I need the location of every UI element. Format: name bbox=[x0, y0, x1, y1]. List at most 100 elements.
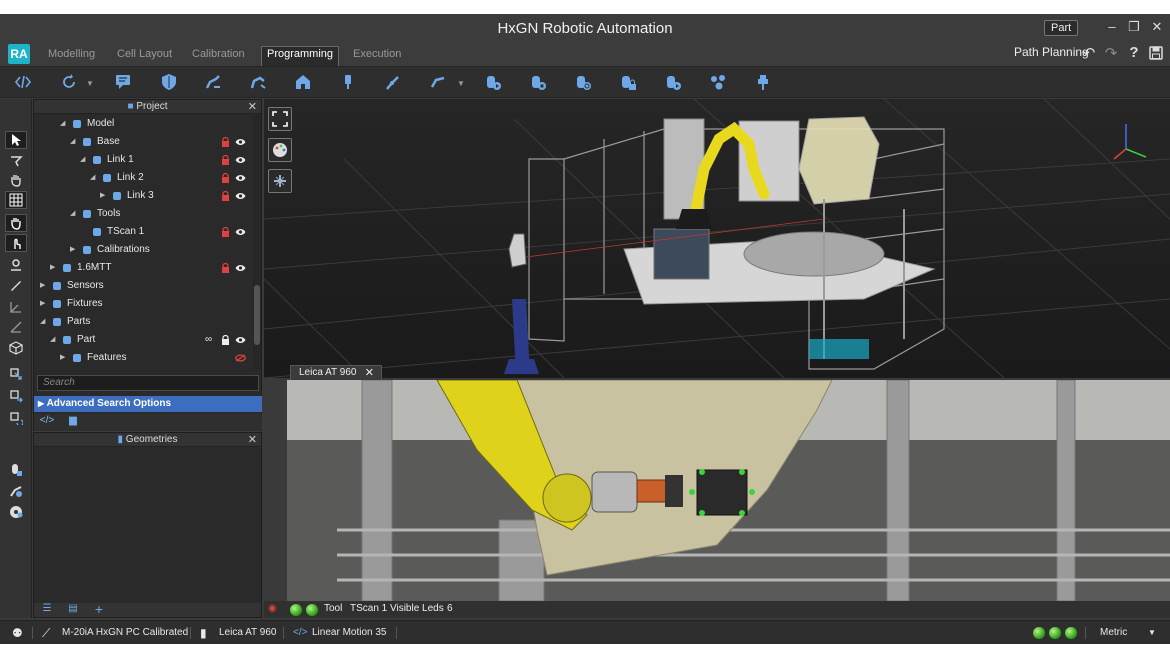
visibility-toggle-icon[interactable]: ◉ bbox=[268, 601, 277, 617]
disc-icon[interactable] bbox=[5, 503, 27, 521]
program-lock-icon[interactable] bbox=[617, 71, 639, 93]
collapse-arrow-icon[interactable]: ◢ bbox=[60, 115, 65, 133]
lock-icon[interactable] bbox=[221, 335, 230, 345]
tracker-status[interactable]: Leica AT 960 bbox=[219, 621, 276, 644]
collapse-arrow-icon[interactable]: ◢ bbox=[40, 313, 45, 331]
axis-icon[interactable] bbox=[5, 298, 27, 316]
shield-icon[interactable] bbox=[158, 71, 180, 93]
lock-icon[interactable] bbox=[221, 155, 230, 165]
eye-icon[interactable] bbox=[235, 192, 246, 200]
undo-icon[interactable]: ↶ bbox=[1081, 44, 1097, 62]
robot-joint-icon[interactable] bbox=[382, 71, 404, 93]
tree-item[interactable]: ▶ Link 3 bbox=[34, 187, 252, 205]
select-pointer-icon[interactable] bbox=[5, 131, 27, 149]
robot-lock-icon[interactable] bbox=[5, 461, 27, 479]
folder-icon[interactable]: ▆ bbox=[64, 415, 82, 429]
frame-transform-icon[interactable] bbox=[5, 365, 27, 383]
expand-arrow-icon[interactable]: ▶ bbox=[60, 349, 65, 367]
chevron-down-icon[interactable]: ▼ bbox=[457, 79, 465, 88]
user-icon[interactable]: ⚉ bbox=[12, 621, 23, 644]
list-icon[interactable]: ☰ bbox=[38, 603, 56, 617]
link-icon[interactable]: ∞ bbox=[205, 331, 212, 349]
code-view-icon[interactable]: </> bbox=[38, 415, 56, 429]
measure-pen-icon[interactable] bbox=[5, 276, 27, 294]
program-run-icon[interactable] bbox=[482, 71, 504, 93]
collapse-arrow-icon[interactable]: ◢ bbox=[90, 169, 95, 187]
tab-modelling[interactable]: Modelling bbox=[48, 48, 95, 66]
tree-item[interactable]: ▶ Sensors bbox=[34, 277, 252, 295]
eye-icon[interactable] bbox=[235, 336, 246, 344]
eye-icon[interactable] bbox=[235, 156, 246, 164]
collapse-arrow-icon[interactable]: ◢ bbox=[80, 151, 85, 169]
tree-item[interactable]: ◢ Base bbox=[34, 133, 252, 151]
robot-target-icon[interactable] bbox=[5, 482, 27, 500]
expand-arrow-icon[interactable]: ▶ bbox=[100, 187, 105, 205]
redo-icon[interactable]: ↷ bbox=[1103, 44, 1119, 62]
help-icon[interactable]: ? bbox=[1126, 44, 1142, 62]
lock-icon[interactable] bbox=[221, 263, 230, 273]
hand-grab-icon[interactable] bbox=[5, 214, 27, 232]
palette-icon[interactable] bbox=[268, 138, 292, 162]
code-view-icon[interactable] bbox=[12, 71, 34, 93]
collapse-arrow-icon[interactable]: ◢ bbox=[70, 133, 75, 151]
chevron-down-icon[interactable]: ▼ bbox=[1148, 621, 1156, 644]
hidden-eye-icon[interactable] bbox=[235, 354, 246, 362]
close-icon[interactable]: ✕ bbox=[1149, 19, 1165, 35]
collapse-arrow-icon[interactable]: ◢ bbox=[50, 331, 55, 349]
robot-reach-icon[interactable] bbox=[427, 71, 449, 93]
expand-arrow-icon[interactable]: ▶ bbox=[50, 259, 55, 277]
eye-icon[interactable] bbox=[235, 228, 246, 236]
grid-icon[interactable] bbox=[5, 191, 27, 209]
expand-arrow-icon[interactable]: ▶ bbox=[40, 295, 45, 313]
robot-arm-move-icon[interactable] bbox=[202, 71, 224, 93]
hand-pan-icon[interactable] bbox=[5, 171, 27, 189]
comment-icon[interactable] bbox=[112, 71, 134, 93]
tab-calibration[interactable]: Calibration bbox=[192, 48, 245, 66]
program-loop-icon[interactable] bbox=[572, 71, 594, 93]
minimize-icon[interactable]: – bbox=[1104, 19, 1120, 35]
tree-item[interactable]: ◢ Model bbox=[34, 115, 252, 133]
network-nodes-icon[interactable] bbox=[707, 71, 729, 93]
lock-icon[interactable] bbox=[221, 173, 230, 183]
robot-home-icon[interactable] bbox=[292, 71, 314, 93]
3d-viewport-tracker[interactable] bbox=[287, 380, 1170, 601]
expand-arrow-icon[interactable]: ▶ bbox=[70, 241, 75, 259]
slope-icon[interactable] bbox=[5, 318, 27, 336]
program-stop-icon[interactable] bbox=[527, 71, 549, 93]
lasso-select-icon[interactable] bbox=[5, 152, 27, 170]
tree-item[interactable]: ◢ Part ∞ bbox=[34, 331, 252, 349]
close-icon[interactable]: ✕ bbox=[248, 100, 257, 114]
tree-item[interactable]: ▶ 1.6MTT bbox=[34, 259, 252, 277]
scrollbar-thumb[interactable] bbox=[254, 285, 260, 345]
close-icon[interactable]: ✕ bbox=[365, 366, 374, 380]
tree-item[interactable]: ◢ Link 2 bbox=[34, 169, 252, 187]
tree-item[interactable]: ▶ Calibrations bbox=[34, 241, 252, 259]
units-selector[interactable]: Metric bbox=[1100, 621, 1127, 644]
eye-icon[interactable] bbox=[235, 174, 246, 182]
tree-item[interactable]: ▶ Features bbox=[34, 349, 252, 367]
eye-icon[interactable] bbox=[235, 264, 246, 272]
scanner-tool-icon[interactable] bbox=[337, 71, 359, 93]
frame-rotate-icon[interactable] bbox=[5, 409, 27, 427]
chevron-down-icon[interactable]: ▼ bbox=[86, 79, 94, 88]
viewport-tab-leica[interactable]: Leica AT 960 ✕ bbox=[290, 365, 382, 380]
tree-item[interactable]: ◢ Link 1 bbox=[34, 151, 252, 169]
eye-icon[interactable] bbox=[235, 138, 246, 146]
lock-icon[interactable] bbox=[221, 191, 230, 201]
tree-item[interactable]: ◢ Tools bbox=[34, 205, 252, 223]
maximize-icon[interactable]: ❐ bbox=[1126, 19, 1142, 35]
tree-item[interactable]: ◢ Parts bbox=[34, 313, 252, 331]
cube-icon[interactable] bbox=[5, 339, 27, 357]
robot-status[interactable]: M-20iA HxGN PC Calibrated bbox=[62, 621, 188, 644]
tree-item[interactable]: TScan 1 bbox=[34, 223, 252, 241]
database-icon[interactable]: ▤ bbox=[64, 603, 82, 617]
advanced-search-options[interactable]: ▶ Advanced Search Options bbox=[34, 396, 262, 412]
tree-scrollbar[interactable] bbox=[253, 115, 261, 369]
lock-icon[interactable] bbox=[221, 137, 230, 147]
robot-arm-path-icon[interactable] bbox=[247, 71, 269, 93]
3d-viewport-main[interactable] bbox=[264, 99, 1170, 378]
location-pin-icon[interactable] bbox=[5, 256, 27, 274]
path-planning-label[interactable]: Path Planning bbox=[1014, 45, 1089, 59]
frame-move-icon[interactable] bbox=[5, 387, 27, 405]
tree-item[interactable]: ▶ Fixtures bbox=[34, 295, 252, 313]
